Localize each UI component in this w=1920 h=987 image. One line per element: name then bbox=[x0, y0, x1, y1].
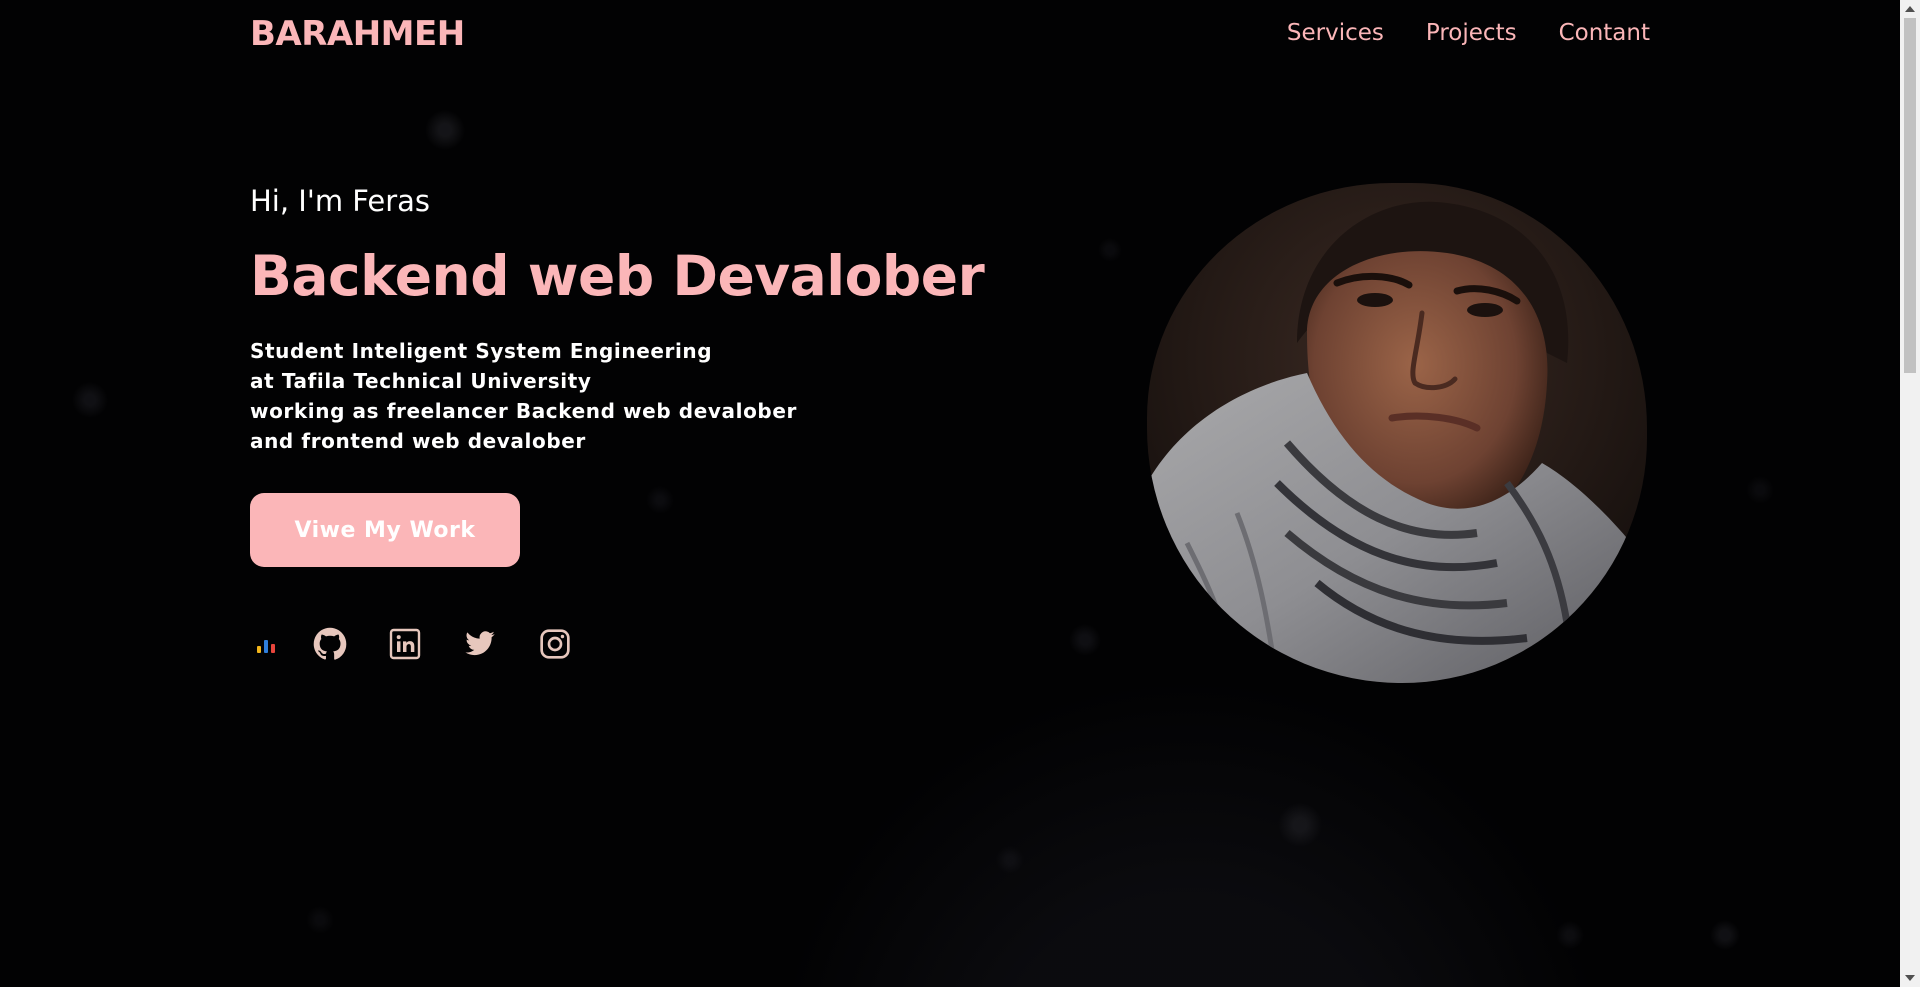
scroll-down-button[interactable] bbox=[1900, 969, 1920, 987]
linkedin-icon bbox=[389, 628, 421, 660]
site-header: BARAHMEH Services Projects Contant bbox=[250, 0, 1650, 72]
bio-line: Student Inteligent System Engineering bbox=[250, 339, 713, 363]
instagram-icon bbox=[539, 628, 571, 660]
view-work-button[interactable]: Viwe My Work bbox=[250, 493, 520, 567]
analytics-icon bbox=[254, 634, 278, 654]
instagram-link[interactable] bbox=[537, 626, 573, 662]
caret-up-icon bbox=[1905, 6, 1915, 12]
bio-line: working as freelancer Backend web devalo… bbox=[250, 399, 797, 423]
twitter-link[interactable] bbox=[462, 626, 498, 662]
bio-line: and frontend web devalober bbox=[250, 429, 586, 453]
hero-bio: Student Inteligent System Engineering at… bbox=[250, 336, 797, 456]
github-icon bbox=[313, 627, 347, 661]
scrollbar-thumb[interactable] bbox=[1904, 18, 1916, 373]
analytics-link[interactable] bbox=[248, 626, 284, 662]
main-nav: Services Projects Contant bbox=[1287, 20, 1650, 46]
nav-link-services[interactable]: Services bbox=[1287, 20, 1384, 46]
profile-photo bbox=[1147, 183, 1647, 683]
twitter-icon bbox=[462, 628, 498, 660]
linkedin-link[interactable] bbox=[387, 626, 423, 662]
scroll-up-button[interactable] bbox=[1900, 0, 1920, 18]
github-link[interactable] bbox=[312, 626, 348, 662]
page: BARAHMEH Services Projects Contant Hi, I… bbox=[0, 0, 1920, 987]
nav-link-contact[interactable]: Contant bbox=[1559, 20, 1650, 46]
vertical-scrollbar[interactable] bbox=[1900, 0, 1920, 987]
hero-title: Backend web Devalober bbox=[250, 244, 985, 308]
site-logo[interactable]: BARAHMEH bbox=[250, 14, 465, 54]
bio-line: at Tafila Technical University bbox=[250, 369, 592, 393]
caret-down-icon bbox=[1905, 975, 1915, 981]
profile-photo-illustration bbox=[1147, 183, 1647, 683]
nav-link-projects[interactable]: Projects bbox=[1426, 20, 1517, 46]
hero-greeting: Hi, I'm Feras bbox=[250, 184, 431, 218]
